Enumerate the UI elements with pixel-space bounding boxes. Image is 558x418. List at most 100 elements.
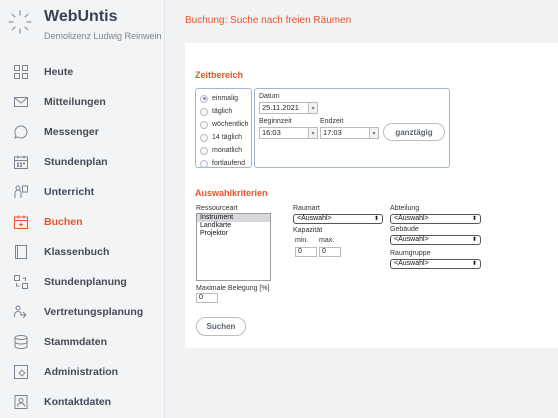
- nav-item-unterricht[interactable]: Unterricht: [0, 177, 165, 207]
- beginnzeit-field[interactable]: 16:03: [259, 127, 309, 139]
- ressourceart-listbox[interactable]: Instrument Landkarte Projektor: [196, 213, 271, 281]
- app-title: WebUntis: [44, 8, 118, 25]
- gebaeude-select[interactable]: <Auswahl> ⬍: [390, 235, 481, 245]
- radio-label: täglich: [212, 108, 233, 115]
- book-icon: [12, 243, 30, 261]
- nav-item-messenger[interactable]: Messenger: [0, 117, 165, 147]
- radio-button[interactable]: [200, 94, 208, 103]
- max-belegung-field[interactable]: 0: [196, 293, 218, 303]
- endzeit-label: Endzeit: [320, 118, 344, 125]
- radio-button[interactable]: [200, 159, 208, 168]
- endzeit-picker-button[interactable]: ▾: [369, 127, 379, 139]
- contact-card-icon: [12, 393, 30, 411]
- raumgruppe-label: Raumgruppe: [390, 250, 431, 257]
- brand[interactable]: WebUntis Demolizenz Ludwig Reinwein: [8, 6, 163, 46]
- select-arrows-icon: ⬍: [471, 216, 477, 222]
- datum-label: Datum: [259, 93, 280, 100]
- dashboard-icon: [12, 63, 30, 81]
- datum-field[interactable]: 25.11.2021: [259, 102, 309, 114]
- abteilung-label: Abteilung: [390, 205, 420, 212]
- nav-label: Mitteilungen: [44, 96, 106, 108]
- radio-14-taeglich[interactable]: 14 täglich: [200, 132, 242, 143]
- nav-item-vertretungsplanung[interactable]: Vertretungsplanung: [0, 297, 165, 327]
- radio-button[interactable]: [200, 107, 208, 116]
- kapazitaet-label: Kapazität: [293, 227, 323, 234]
- radio-taeglich[interactable]: täglich: [200, 106, 232, 117]
- database-icon: [12, 333, 30, 351]
- nav-label: Stammdaten: [44, 336, 108, 348]
- radio-einmalig[interactable]: einmalig: [200, 93, 238, 104]
- select-value: <Auswahl>: [394, 236, 429, 243]
- kapazitaet-min-field[interactable]: 0: [295, 247, 317, 257]
- radio-button[interactable]: [200, 146, 208, 155]
- nav-item-mitteilungen[interactable]: Mitteilungen: [0, 87, 165, 117]
- substitution-icon: [12, 303, 30, 321]
- radio-woechentlich[interactable]: wöchentlich: [200, 119, 249, 130]
- datum-picker-button[interactable]: ▾: [308, 102, 318, 114]
- nav-label: Stundenplan: [44, 156, 108, 168]
- chevron-down-icon: ▾: [311, 105, 315, 112]
- nav-item-heute[interactable]: Heute: [0, 57, 165, 87]
- beginnzeit-label: Beginnzeit: [259, 118, 292, 125]
- radio-label: einmalig: [212, 95, 239, 102]
- radio-fortlaufend[interactable]: fortlaufend: [200, 158, 245, 169]
- beginnzeit-picker-button[interactable]: ▾: [308, 127, 318, 139]
- select-arrows-icon: ⬍: [471, 261, 477, 267]
- ganztaegig-button[interactable]: ganztägig: [383, 123, 445, 141]
- nav-label: Vertretungsplanung: [44, 306, 144, 318]
- planning-icon: [12, 273, 30, 291]
- date-time-box: Datum 25.11.2021 ▾ Beginnzeit 16:03 ▾ En…: [254, 88, 450, 168]
- nav-item-kontaktdaten[interactable]: Kontaktdaten: [0, 387, 165, 417]
- radio-label: fortlaufend: [212, 160, 246, 167]
- list-item[interactable]: Instrument: [197, 214, 270, 222]
- nav-item-administration[interactable]: Administration: [0, 357, 165, 387]
- kapazitaet-min-label: min.: [295, 237, 309, 244]
- license-subtitle: Demolizenz Ludwig Reinwein: [44, 31, 162, 41]
- nav-item-klassenbuch[interactable]: Klassenbuch: [0, 237, 165, 267]
- webuntis-logo-icon: [8, 10, 32, 34]
- chevron-down-icon: ▾: [372, 130, 376, 137]
- radio-button[interactable]: [200, 120, 208, 129]
- nav-label: Unterricht: [44, 186, 95, 198]
- nav-label: Klassenbuch: [44, 246, 110, 258]
- nav-label: Administration: [44, 366, 119, 378]
- nav-label: Heute: [44, 66, 74, 78]
- select-arrows-icon: ⬍: [373, 216, 379, 222]
- list-item[interactable]: Landkarte: [197, 222, 270, 230]
- select-arrows-icon: ⬍: [471, 237, 477, 243]
- nav-label: Stundenplanung: [44, 276, 127, 288]
- nav-item-buchen[interactable]: Buchen: [0, 207, 165, 237]
- main-content: Buchung: Suche nach freien Räumen Zeitbe…: [165, 0, 558, 418]
- kapazitaet-max-field[interactable]: 0: [319, 247, 341, 257]
- endzeit-field[interactable]: 17:03: [320, 127, 370, 139]
- radio-label: 14 täglich: [212, 134, 242, 141]
- sidebar: WebUntis Demolizenz Ludwig Reinwein Heut…: [0, 0, 165, 418]
- suchen-button[interactable]: Suchen: [196, 317, 246, 336]
- ressourceart-label: Ressourceart: [196, 205, 238, 212]
- calendar-plus-icon: [12, 213, 30, 231]
- select-value: <Auswahl>: [297, 215, 332, 222]
- recurrence-box: einmalig täglich wöchentlich 14 täglich …: [195, 88, 252, 168]
- admin-gear-icon: [12, 363, 30, 381]
- max-belegung-label: Maximale Belegung [%]: [196, 285, 270, 292]
- radio-monatlich[interactable]: monatlich: [200, 145, 242, 156]
- chat-bubble-icon: [12, 123, 30, 141]
- nav-item-stundenplan[interactable]: Stundenplan: [0, 147, 165, 177]
- raumart-label: Raumart: [293, 205, 320, 212]
- abteilung-select[interactable]: <Auswahl> ⬍: [390, 214, 481, 224]
- list-item[interactable]: Projektor: [197, 230, 270, 238]
- radio-button[interactable]: [200, 133, 208, 142]
- nav-label: Messenger: [44, 126, 99, 138]
- zeitbereich-title: Zeitbereich: [195, 70, 244, 80]
- raumgruppe-select[interactable]: <Auswahl> ⬍: [390, 259, 481, 269]
- teacher-icon: [12, 183, 30, 201]
- nav-item-stammdaten[interactable]: Stammdaten: [0, 327, 165, 357]
- auswahlkriterien-title: Auswahlkriterien: [195, 188, 268, 198]
- kapazitaet-max-label: max.: [319, 237, 335, 244]
- select-value: <Auswahl>: [394, 215, 429, 222]
- select-value: <Auswahl>: [394, 260, 429, 267]
- nav-item-stundenplanung[interactable]: Stundenplanung: [0, 267, 165, 297]
- raumart-select[interactable]: <Auswahl> ⬍: [293, 214, 383, 224]
- calendar-icon: [12, 153, 30, 171]
- page-title: Buchung: Suche nach freien Räumen: [185, 15, 352, 26]
